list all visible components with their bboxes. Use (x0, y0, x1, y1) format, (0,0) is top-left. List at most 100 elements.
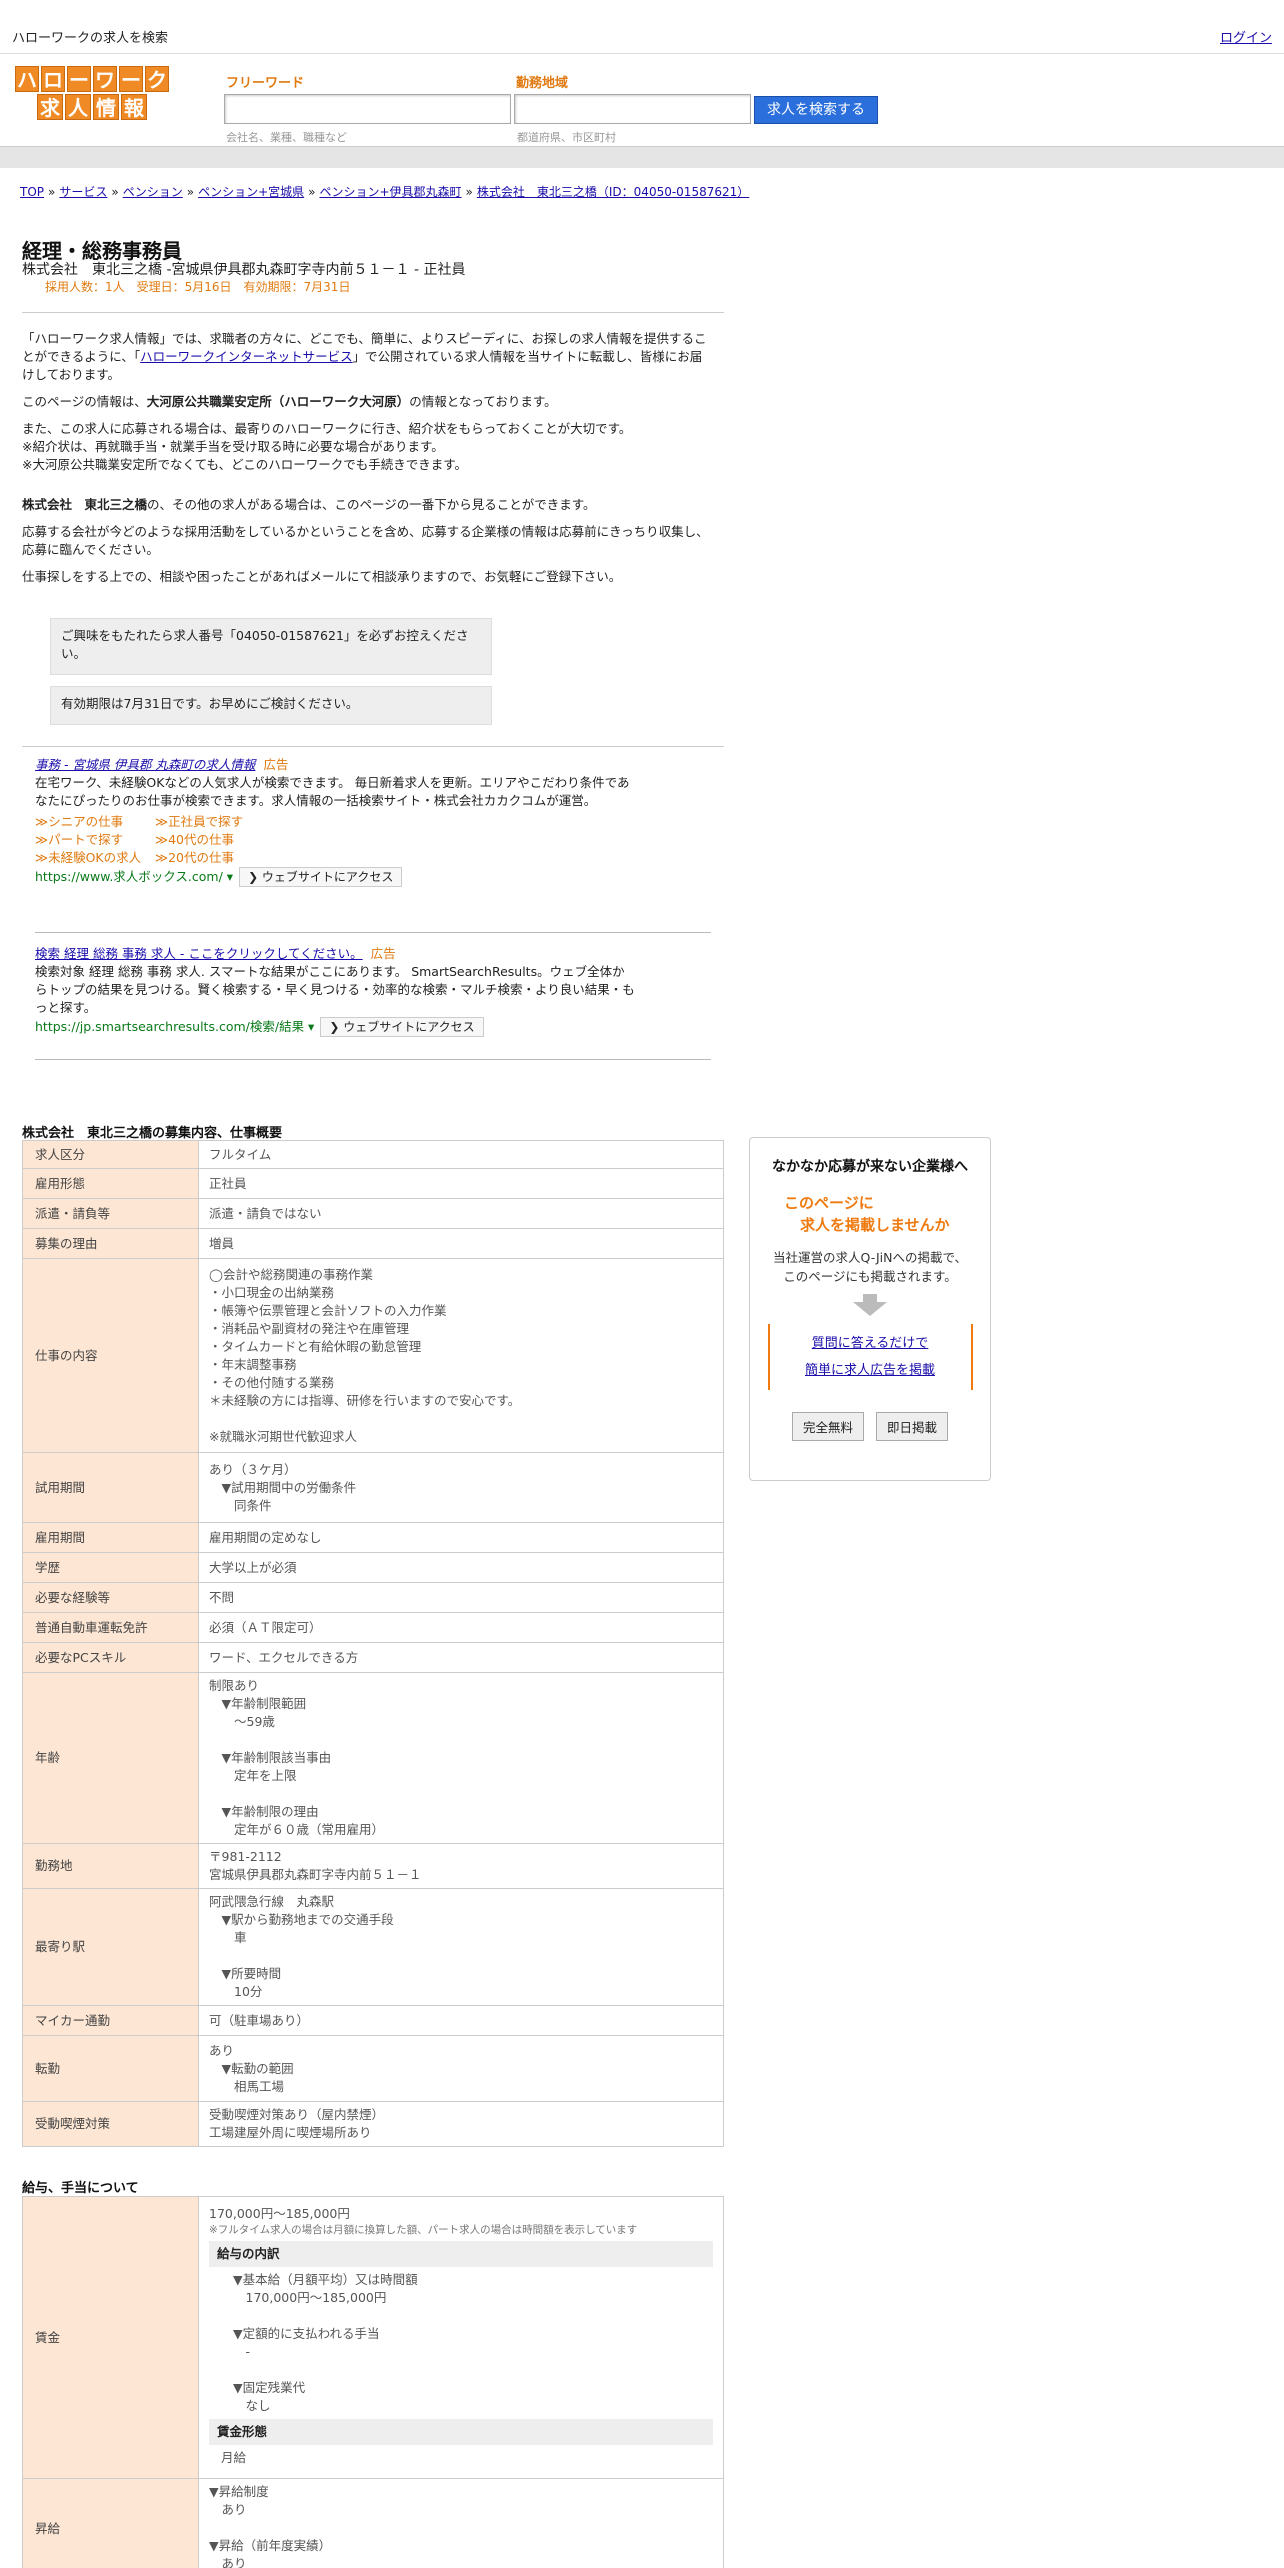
breakdown-line: ▼固定残業代 (233, 2379, 306, 2395)
row-value: 必須（ＡＴ限定可） (198, 1612, 724, 1643)
value-line: 同条件 (209, 1497, 272, 1513)
breadcrumb-link[interactable]: 株式会社 東北三之橋（ID：04050-01587621） (477, 185, 749, 199)
promo-links: 質問に答えるだけで 簡単に求人広告を掲載 (767, 1324, 973, 1390)
logo-tile: 求 (37, 94, 63, 120)
row-value: 不問 (198, 1582, 724, 1613)
salary-table: 賃金 170,000円〜185,000円 ※フルタイム求人の場合は月額に換算した… (22, 2196, 724, 2568)
ad-url[interactable]: https://jp.smartsearchresults.com/検索/結果 (35, 1019, 304, 1034)
row-value: 可（駐車場あり） (198, 2005, 724, 2036)
breadcrumb-link[interactable]: ペンション+伊具郡丸森町 (319, 185, 461, 199)
row-label: 仕事の内容 (22, 1258, 199, 1453)
divider (22, 312, 724, 313)
breadcrumb-link[interactable]: ペンション (123, 185, 183, 199)
table-row: 募集の理由 増員 (22, 1228, 724, 1259)
raise-line: あり (209, 2502, 247, 2517)
job-number-notice: ご興味をもたれたら求人番号「04050-01587621」を必ずお控えください。 (50, 618, 492, 675)
value-line (209, 1785, 713, 1803)
value-line: 車 (209, 1930, 247, 1945)
search-button[interactable]: 求人を検索する (754, 96, 878, 124)
chevron-down-icon[interactable]: ▾ (223, 869, 233, 884)
breadcrumb: TOP» サービス» ペンション» ペンション+宮城県» ペンション+伊具郡丸森町» 株式… (20, 183, 749, 200)
promo-link-questions[interactable]: 質問に答えるだけで (812, 1336, 929, 1351)
breadcrumb-link[interactable]: サービス (59, 185, 107, 199)
row-value: あり（３ケ月） ▼試用期間中の労働条件 同条件 (198, 1452, 724, 1523)
visit-website-button[interactable]: ❯ ウェブサイトにアクセス (320, 1017, 484, 1037)
row-value: 雇用期間の定めなし (198, 1522, 724, 1553)
ad-description: 検索対象 経理 総務 事務 求人. スマートな結果がここにあります。 Smart… (35, 964, 635, 1015)
same-day-button[interactable]: 即日掲載 (876, 1412, 949, 1441)
logo-tile: ク (145, 66, 169, 92)
hellowork-internet-service-link[interactable]: ハローワークインターネットサービス (140, 349, 353, 364)
breadcrumb-separator: » (186, 185, 195, 199)
work-area-input[interactable] (514, 94, 751, 124)
value-line: 阿武隈急行線 丸森駅 (209, 1894, 335, 1909)
breadcrumb-link[interactable]: ペンション+宮城県 (198, 185, 304, 199)
breakdown-line: ▼定額的に支払われる手当 (233, 2325, 380, 2341)
row-label: 募集の理由 (22, 1228, 199, 1259)
intro-text: 「ハローワーク求人情報」では、求職者の方々に、どこでも、簡単に、よりスピーディに… (22, 330, 712, 595)
raise-line: ▼昇給制度 (209, 2484, 269, 2499)
breadcrumb-separator: » (48, 185, 56, 199)
ad-sitelink[interactable]: ≫未経験OKの求人 (35, 849, 155, 867)
table-row: 最寄り駅 阿武隈急行線 丸森駅 ▼駅から勤務地までの交通手段 車 ▼所要時間 10… (22, 1888, 724, 2006)
ad-sitelink[interactable]: ≫シニアの仕事 (35, 813, 155, 831)
breakdown-title: 給与の内訳 (209, 2240, 713, 2267)
value-line: ・小口現金の出納業務 (209, 1284, 335, 1300)
value-line: ・消耗品や副資材の発注や在庫管理 (209, 1320, 410, 1336)
value-line: ・帳簿や伝票管理と会計ソフトの入力作業 (209, 1302, 447, 1318)
details-heading: 株式会社 東北三之橋の募集内容、仕事概要 (22, 1126, 283, 1141)
ad-url[interactable]: https://www.求人ボックス.com/ (35, 869, 223, 884)
promo-headline: このページに 求人を掲載しませんか (784, 1194, 950, 1234)
logo-tile: 情 (93, 94, 119, 120)
value-line: ▼駅から勤務地までの交通手段 (209, 1912, 394, 1927)
deadline-notice: 有効期限は7月31日です。お早めにご検討ください。 (50, 686, 492, 725)
row-value: 制限あり ▼年齢制限範囲 〜59歳 ▼年齢制限該当事由 定年を上限 ▼年齢制限の… (198, 1672, 724, 1844)
promo-title: なかなか応募が来ない企業様へ (772, 1159, 968, 1175)
breadcrumb-separator: » (465, 185, 473, 199)
value-line: 定年が６０歳（常用雇用） (209, 1822, 385, 1837)
details-table: 求人区分 フルタイム 雇用形態 正社員 派遣・請負等 派遣・請負ではない 募集の理由 増員 仕事… (22, 1140, 724, 2147)
row-label: 求人区分 (22, 1140, 199, 1169)
freeword-input[interactable] (224, 94, 511, 124)
value-line (209, 1731, 713, 1749)
arrow-down-icon (863, 1294, 877, 1302)
table-row: 学歴 大学以上が必須 (22, 1552, 724, 1583)
value-line: ・タイムカードと有給休暇の勤怠管理 (209, 1338, 422, 1354)
login-link[interactable]: ログイン (1220, 27, 1272, 46)
value-line: ▼試用期間中の労働条件 (209, 1479, 357, 1495)
table-row: 受動喫煙対策 受動喫煙対策あり（屋内禁煙） 工場建屋外周に喫煙場所あり (22, 2101, 724, 2147)
row-label: 試用期間 (22, 1452, 199, 1523)
logo-tile: ロ (41, 66, 65, 92)
chevron-down-icon[interactable]: ▾ (304, 1019, 314, 1034)
hellowork-logo[interactable]: ハローワーク 求人情報 (4, 66, 180, 122)
free-button[interactable]: 完全無料 (791, 1412, 864, 1441)
value-line: ▼所要時間 (209, 1966, 282, 1981)
ad-sitelink[interactable]: ≫40代の仕事 (155, 831, 275, 849)
row-value: 増員 (198, 1228, 724, 1259)
row-label: 必要なPCスキル (22, 1642, 199, 1673)
value-line: ＊未経験の方には指導、研修を行いますので安心です。 (209, 1392, 521, 1408)
ad-sitelink[interactable]: ≫20代の仕事 (155, 849, 275, 867)
promo-link-post-ad[interactable]: 簡単に求人広告を掲載 (805, 1363, 935, 1378)
value-line: あり（３ケ月） (209, 1461, 297, 1477)
row-label: 勤務地 (22, 1843, 199, 1889)
value-line: 〜59歳 (209, 1714, 275, 1729)
row-label: 必要な経験等 (22, 1582, 199, 1613)
wage-form-value: 月給 (221, 2449, 247, 2465)
ad-sitelink[interactable]: ≫パートで探す (35, 831, 155, 849)
ad-sitelink[interactable]: ≫正社員で探す (155, 813, 275, 831)
table-row: 試用期間 あり（３ケ月） ▼試用期間中の労働条件 同条件 (22, 1452, 724, 1523)
table-row: 勤務地 〒981-2112 宮城県伊具郡丸森町字寺内前５１－１ (22, 1843, 724, 1889)
ad-badge: 広告 (370, 946, 396, 961)
breadcrumb-link[interactable]: TOP (20, 185, 44, 199)
visit-website-button[interactable]: ❯ ウェブサイトにアクセス (239, 867, 403, 887)
row-value: 〒981-2112 宮城県伊具郡丸森町字寺内前５１－１ (198, 1843, 724, 1889)
freeword-hint: 会社名、業種、職種など (226, 131, 347, 144)
ad-title-link[interactable]: 事務 - 宮城県 伊具郡 丸森町の求人情報 (35, 757, 255, 772)
value-line: 宮城県伊具郡丸森町字寺内前５１－１ (209, 1867, 422, 1882)
breakdown-line: 170,000円〜185,000円 (233, 2289, 387, 2305)
ad-title-link[interactable]: 検索 経理 総務 事務 求人 - ここをクリックしてください。 (35, 946, 363, 961)
logo-tile: 人 (65, 94, 91, 120)
logo-tile: 報 (121, 94, 147, 120)
row-value: あり ▼転勤の範囲 相馬工場 (198, 2035, 724, 2102)
